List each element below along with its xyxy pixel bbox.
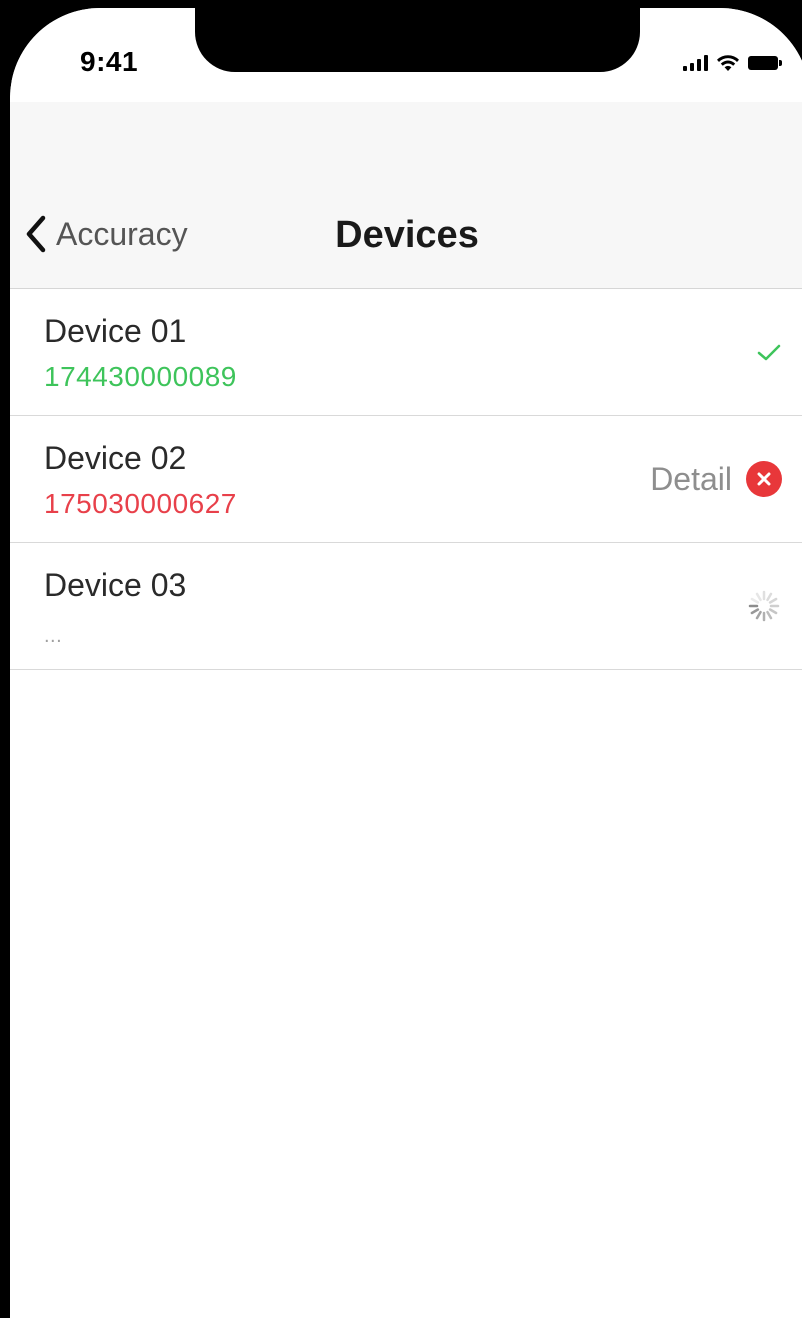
status-bar: 9:41 (10, 8, 802, 102)
device-serial: ... (44, 625, 63, 647)
device-serial: 175030000627 (44, 488, 237, 519)
device-list: Device 01 174430000089 Device 02 1750300… (10, 289, 802, 670)
status-icons (683, 54, 782, 72)
spinner-icon (748, 590, 780, 622)
error-circle-icon (746, 461, 782, 497)
page-title: Devices (335, 214, 479, 256)
detail-button[interactable]: Detail (650, 461, 732, 498)
wifi-icon (717, 55, 739, 71)
device-row-01[interactable]: Device 01 174430000089 (10, 289, 802, 416)
check-icon (757, 344, 781, 361)
status-time: 9:41 (80, 46, 139, 77)
navigation-bar: Accuracy Devices (10, 102, 802, 289)
battery-icon (748, 56, 782, 70)
phone-screen: 9:41 Accuracy Devices Device 01 17443000… (10, 8, 802, 1318)
device-serial: 174430000089 (44, 361, 237, 392)
device-status: Detail (650, 416, 782, 542)
device-name: Device 01 (44, 313, 187, 349)
device-name: Device 02 (44, 440, 187, 476)
device-row-02[interactable]: Device 02 175030000627 Detail (10, 416, 802, 543)
device-status (756, 289, 782, 415)
device-notch (195, 8, 640, 72)
device-row-03[interactable]: Device 03 ... (10, 543, 802, 670)
device-status (746, 543, 782, 669)
cellular-signal-icon (683, 55, 708, 71)
device-name: Device 03 (44, 567, 187, 603)
